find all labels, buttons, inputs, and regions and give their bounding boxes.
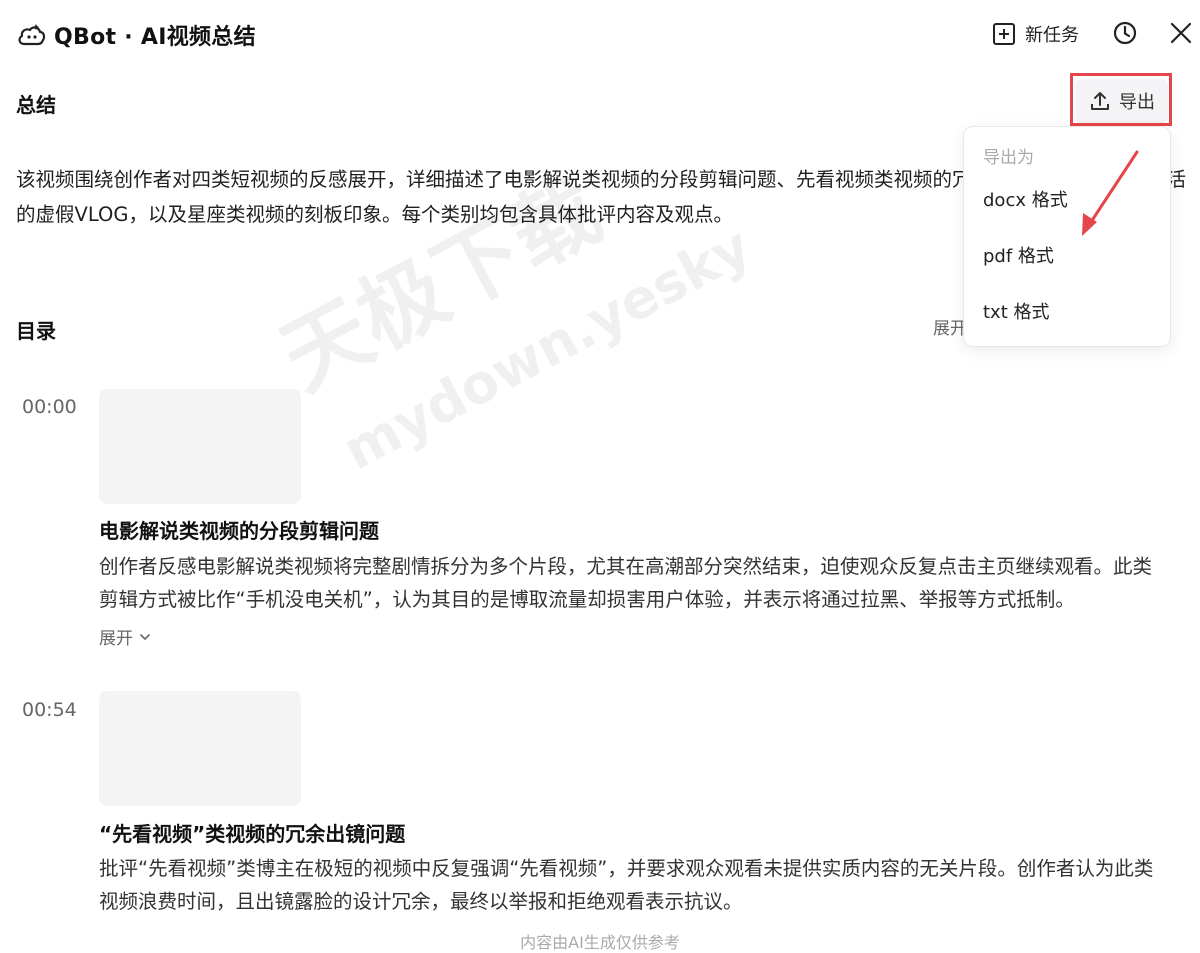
video-thumbnail[interactable] <box>99 691 301 806</box>
toc-item-text: 创作者反感电影解说类视频将完整剧情拆分为多个片段，尤其在高潮部分突然结束，迫使观… <box>99 555 1153 611</box>
history-button[interactable] <box>1111 19 1139 47</box>
summary-title: 总结 <box>16 93 56 117</box>
item-expand-label: 展开 <box>99 629 133 649</box>
highlight-box <box>1070 73 1172 126</box>
chevron-down-icon <box>140 633 150 640</box>
item-expand-button[interactable]: 展开 <box>99 624 152 649</box>
toc-item-title: “先看视频”类视频的冗余出镜问题 <box>99 822 406 846</box>
toc-item-text: 批评“先看视频”类博主在极短的视频中反复强调“先看视频”，并要求观众观看未提供实… <box>99 857 1154 913</box>
new-task-button[interactable]: 新任务 <box>992 18 1079 50</box>
export-option-docx[interactable]: docx 格式 <box>983 186 1068 212</box>
toc-item-title: 电影解说类视频的分段剪辑问题 <box>99 519 379 543</box>
ai-disclaimer: 内容由AI生成仅供参考 <box>520 933 680 952</box>
annotation-arrow <box>1082 150 1139 236</box>
export-option-txt[interactable]: txt 格式 <box>983 298 1050 324</box>
cloud-bot-icon <box>18 24 46 46</box>
toc-expand-button[interactable]: 展开 <box>933 314 967 339</box>
close-button[interactable] <box>1167 19 1195 47</box>
timestamp[interactable]: 00:54 <box>22 699 77 721</box>
export-menu-header: 导出为 <box>983 148 1034 168</box>
close-icon <box>1170 22 1192 44</box>
video-thumbnail[interactable] <box>99 389 301 504</box>
export-option-pdf[interactable]: pdf 格式 <box>983 242 1054 268</box>
plus-square-icon <box>993 23 1015 45</box>
new-task-label: 新任务 <box>1025 25 1079 46</box>
brand: QBot · AI视频总结 <box>16 18 256 52</box>
toc-title: 目录 <box>16 319 56 343</box>
timestamp[interactable]: 00:00 <box>22 396 77 418</box>
clock-icon <box>1113 21 1137 45</box>
app-title: QBot · AI视频总结 <box>54 25 256 50</box>
